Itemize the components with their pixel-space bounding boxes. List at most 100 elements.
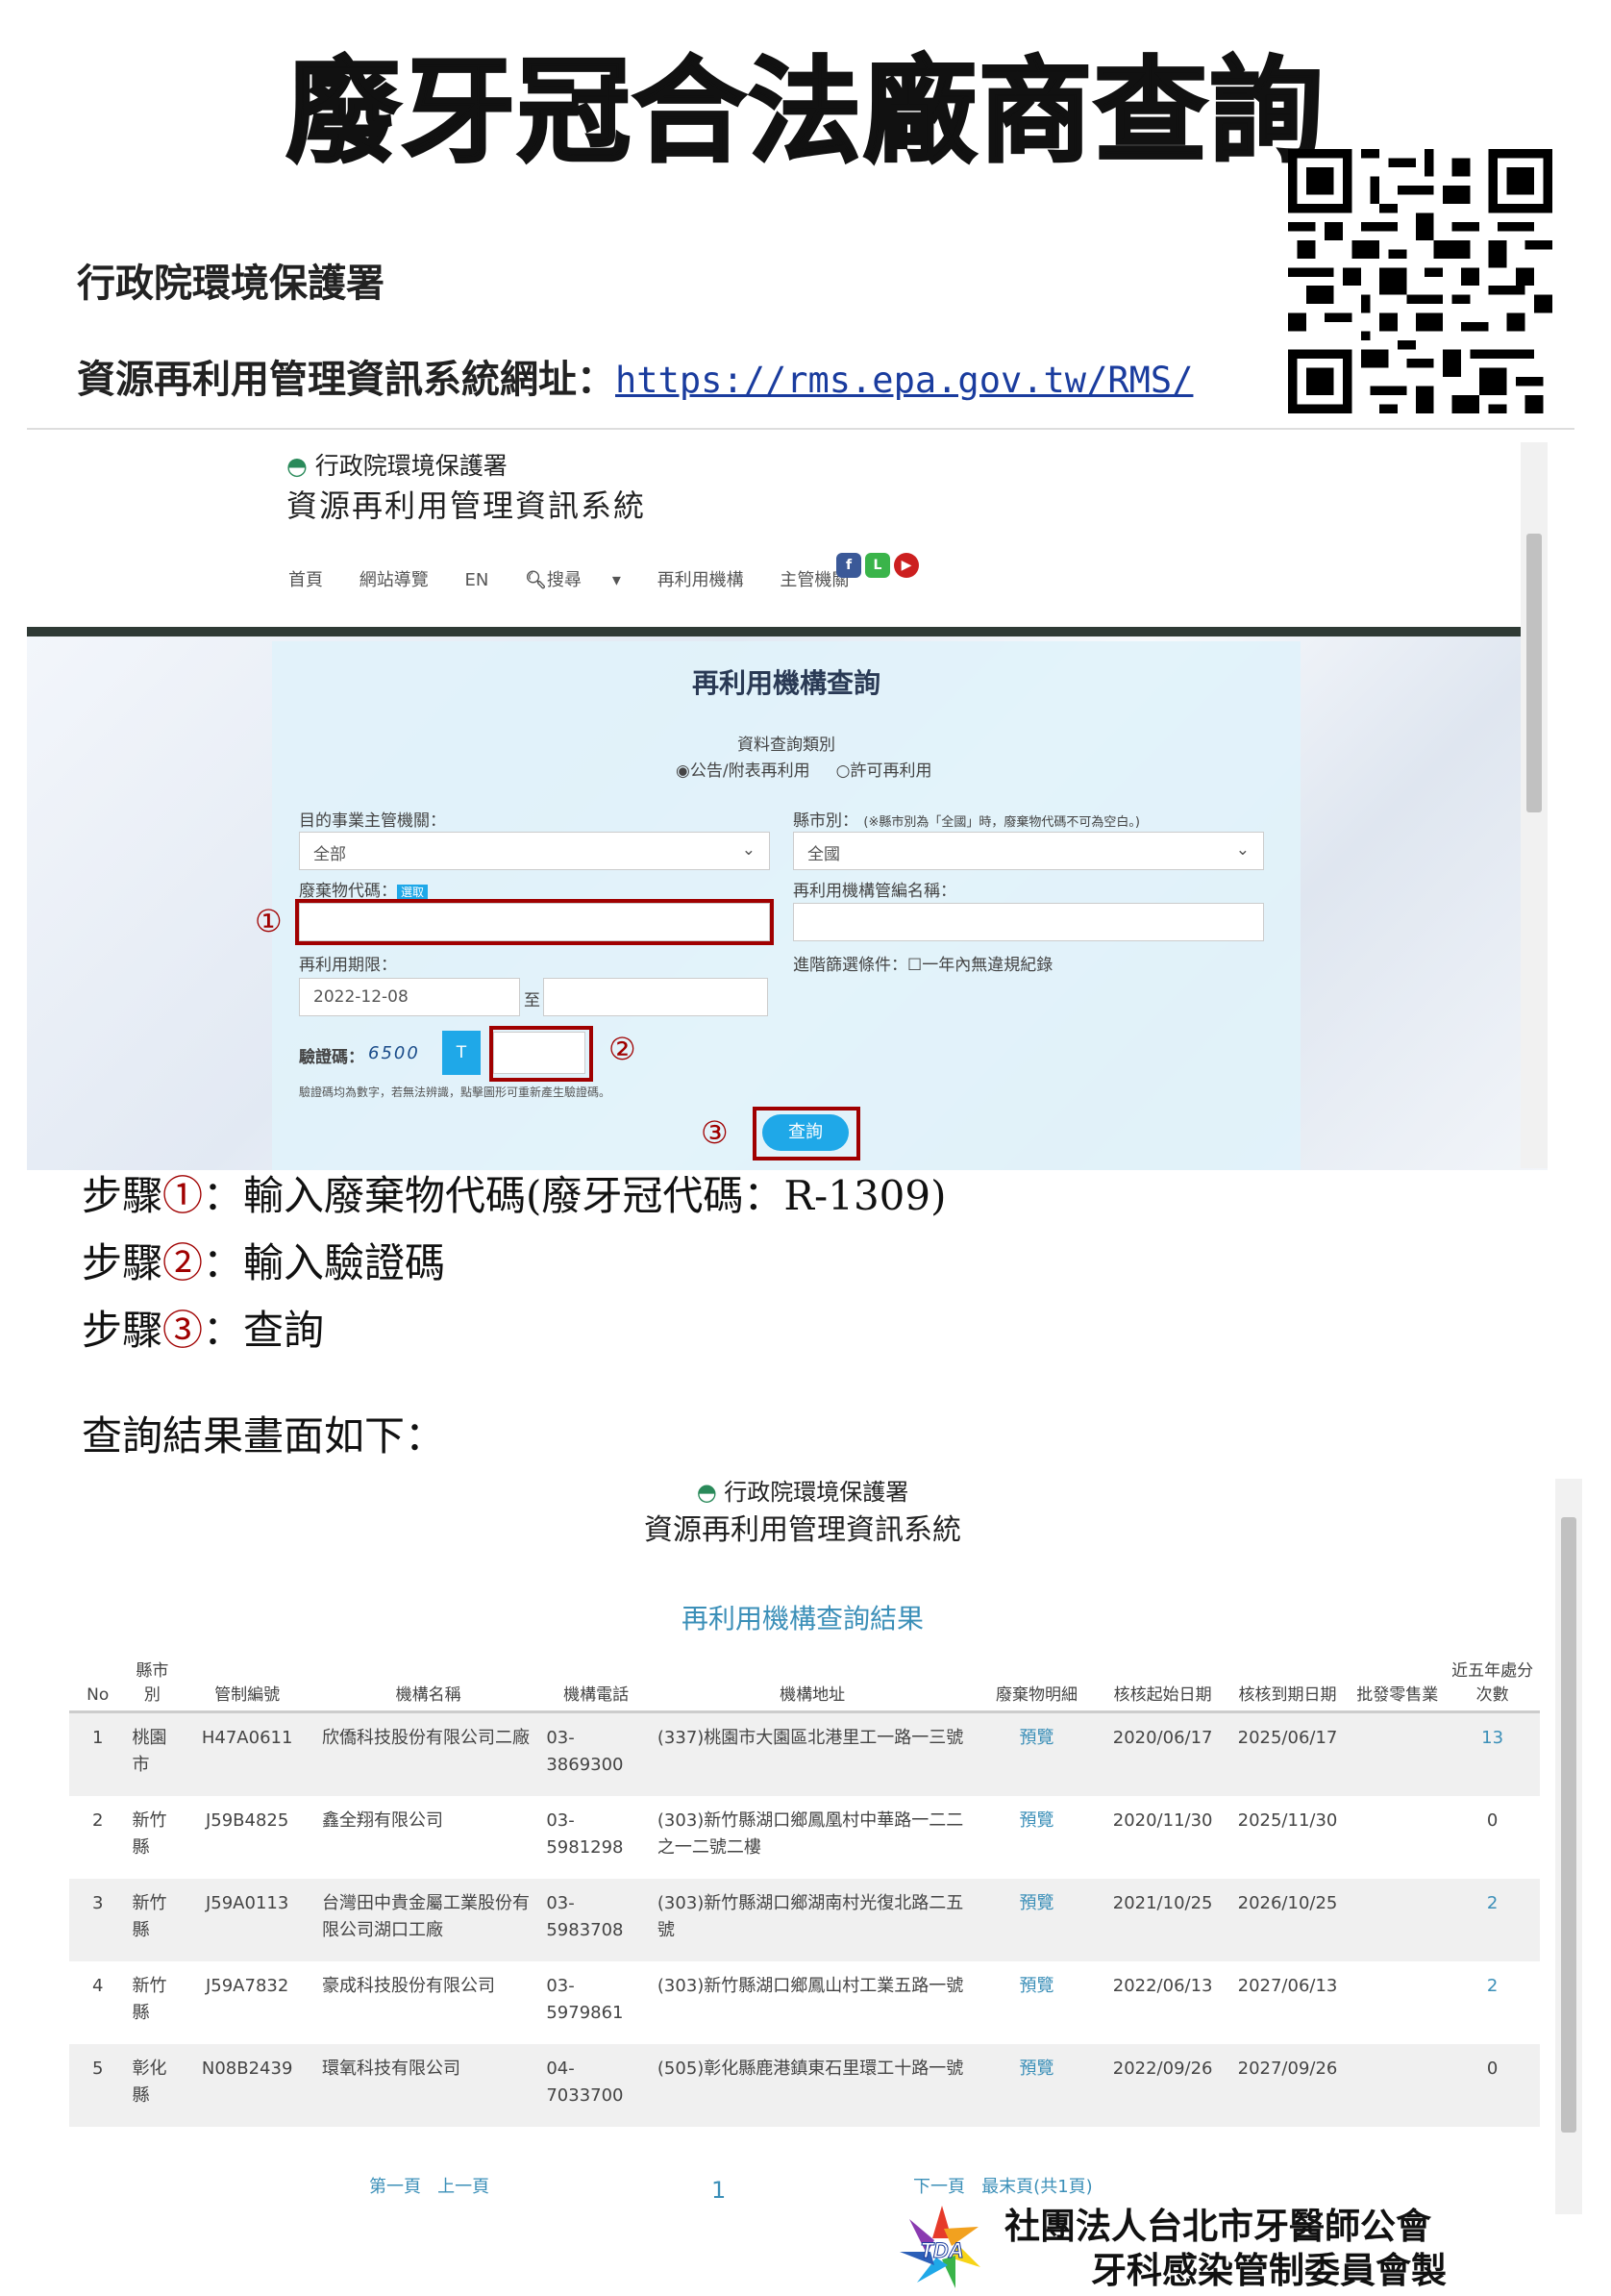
col-wholesale: 批發零售業 xyxy=(1350,1651,1446,1713)
cell-no: 3 xyxy=(69,1879,127,1961)
top-nav: 首頁 網站導覽 EN 🔍︎搜尋 ▾ 再利用機構 主管機關 xyxy=(288,566,880,591)
step1-highlight xyxy=(295,899,774,945)
pager-next-last: 下一頁 最末頁(共1頁) xyxy=(913,2173,1093,2198)
tda-logo-icon: TDA xyxy=(900,2206,980,2288)
scrollbar-thumb[interactable] xyxy=(1561,1517,1576,2133)
cell-control-id: J59A0113 xyxy=(178,1879,316,1961)
tda-logo-text: TDA xyxy=(920,2238,963,2262)
col-address: 機構地址 xyxy=(651,1651,974,1713)
table-header: No 縣市別 管制編號 機構名稱 機構電話 機構地址 廢棄物明細 核核起始日期 … xyxy=(69,1651,1540,1713)
cell-control-id: H47A0611 xyxy=(178,1711,316,1796)
cell-org-name: 台灣田中貴金屬工業股份有限公司湖口工廠 xyxy=(315,1879,541,1961)
scrollbar[interactable] xyxy=(1555,1479,1582,2214)
radio-permit[interactable]: ○許可再利用 xyxy=(836,761,932,781)
col-county: 縣市別 xyxy=(126,1651,179,1713)
cell-no: 2 xyxy=(92,1810,104,1831)
nav-sitemap[interactable]: 網站導覽 xyxy=(359,570,429,590)
org-name-input[interactable] xyxy=(793,903,1264,941)
waste-code-label: 廢棄物代碼： 選取 xyxy=(299,877,429,901)
scrollbar-thumb[interactable] xyxy=(1526,534,1542,812)
system-url-link[interactable]: https://rms.epa.gov.tw/RMS/ xyxy=(615,360,1193,401)
epa-logo-icon: ◓ xyxy=(696,1479,717,1506)
pager-last[interactable]: 最末頁(共1頁) xyxy=(981,2177,1093,2197)
cell-penalty-count[interactable]: 13 xyxy=(1445,1711,1540,1796)
radio-announced[interactable]: ◉公告/附表再利用 xyxy=(676,761,810,781)
cell-phone: 04-7033700 xyxy=(540,2044,652,2127)
cell-end-date: 2025/11/30 xyxy=(1237,1810,1338,1831)
cell-start-date: 2020/11/30 xyxy=(1112,1810,1213,1831)
cell-org-name: 環氧科技有限公司 xyxy=(315,2044,541,2127)
pager-next[interactable]: 下一頁 xyxy=(913,2177,965,2197)
cell-start-date: 2022/09/26 xyxy=(1100,2044,1226,2127)
query-panel: 再利用機構查詢 資料查詢類別 ◉公告/附表再利用 ○許可再利用 目的事業主管機關… xyxy=(255,641,1301,1170)
youtube-icon[interactable]: ▶ xyxy=(894,553,919,578)
org-name-label: 再利用機構管編名稱： xyxy=(793,882,956,901)
pager-current[interactable]: 1 xyxy=(711,2177,726,2204)
cell-phone: 03-3869300 xyxy=(540,1711,652,1796)
cell-end-date: 2026/10/25 xyxy=(1225,1879,1351,1961)
captcha-note: 驗證碼均為數字，若無法辨識，點擊圖形可重新產生驗證碼。 xyxy=(299,1086,611,1099)
col-waste-detail: 廢棄物明細 xyxy=(973,1651,1101,1713)
query-type-radios: ◉公告/附表再利用 ○許可再利用 xyxy=(676,757,931,781)
results-table: No 縣市別 管制編號 機構名稱 機構電話 機構地址 廢棄物明細 核核起始日期 … xyxy=(69,1651,1540,2127)
cell-address: (303)新竹縣湖口鄉鳳凰村中華路一二二之一二號二樓 xyxy=(657,1810,964,1858)
captcha-refresh-button[interactable]: T xyxy=(442,1031,481,1075)
facebook-icon[interactable]: f xyxy=(836,553,861,578)
step2-highlight xyxy=(489,1026,593,1082)
step3-marker: ③ xyxy=(701,1114,729,1151)
step-2: 步驟②：輸入驗證碼 xyxy=(82,1239,446,1286)
epa-logo: ◓ 行政院環境保護署 xyxy=(286,452,508,480)
banner-strip xyxy=(27,627,1548,636)
nav-search[interactable]: 🔍︎搜尋 ▾ xyxy=(525,570,621,590)
pager-first[interactable]: 第一頁 xyxy=(369,2177,421,2197)
authority-select[interactable]: 全部 ⌄ xyxy=(299,832,770,870)
step-3: 步驟③：查詢 xyxy=(82,1307,325,1354)
cell-penalty-count[interactable]: 2 xyxy=(1445,1961,1540,2044)
cell-county: 彰化縣 xyxy=(126,2044,179,2127)
table-row: 5 彰化縣 N08B2439 環氧科技有限公司 04-7033700 (505)彰化縣鹿港… xyxy=(69,2044,1540,2127)
cell-org-name: 豪成科技股份有限公司 xyxy=(321,1976,495,1996)
nav-en[interactable]: EN xyxy=(464,570,488,590)
line-icon[interactable]: L xyxy=(865,553,890,578)
cell-end-date: 2025/06/17 xyxy=(1225,1711,1351,1796)
step-1: 步驟①：輸入廢棄物代碼(廢牙冠代碼：R-1309) xyxy=(82,1172,947,1219)
cell-waste-detail[interactable]: 預覽 xyxy=(973,1961,1100,2044)
pager-prev[interactable]: 上一頁 xyxy=(437,2177,489,2197)
period-end-input[interactable] xyxy=(543,978,768,1016)
cell-address: (303)新竹縣湖口鄉鳳山村工業五路一號 xyxy=(657,1976,964,1996)
scrollbar[interactable] xyxy=(1521,442,1548,1168)
cell-wholesale xyxy=(1350,1711,1446,1796)
county-label: 縣市別： (※縣市別為「全國」時，廢棄物代碼不可為空白。) xyxy=(793,811,1140,831)
epa-logo: ◓ 行政院環境保護署 xyxy=(696,1479,909,1506)
chevron-down-icon: ⌄ xyxy=(1235,840,1250,860)
cell-waste-detail[interactable]: 預覽 xyxy=(973,1711,1101,1796)
nav-reuse-org[interactable]: 再利用機構 xyxy=(657,570,744,590)
system-name: 資源再利用管理資訊系統 xyxy=(286,487,647,524)
county-note: (※縣市別為「全國」時，廢棄物代碼不可為空白。) xyxy=(863,815,1140,830)
cell-start-date: 2022/06/13 xyxy=(1112,1976,1213,1996)
county-select[interactable]: 全國 ⌄ xyxy=(793,832,1264,870)
advanced-filter: 進階篩選條件：☐一年內無違規紀錄 xyxy=(793,956,1053,975)
cell-waste-detail[interactable]: 預覽 xyxy=(973,1796,1100,1879)
cell-phone: 03-5983708 xyxy=(540,1879,652,1961)
table-row: 3 新竹縣 J59A0113 台灣田中貴金屬工業股份有限公司湖口工廠 03-598370… xyxy=(69,1879,1540,1961)
cell-waste-detail[interactable]: 預覽 xyxy=(973,2044,1101,2127)
cell-start-date: 2021/10/25 xyxy=(1100,1879,1226,1961)
col-penalty-count: 近五年處分次數 xyxy=(1445,1651,1540,1713)
cell-waste-detail[interactable]: 預覽 xyxy=(973,1879,1101,1961)
waste-code-select-tag[interactable]: 選取 xyxy=(397,885,429,900)
cell-no: 5 xyxy=(69,2044,127,2127)
cell-wholesale xyxy=(1350,1796,1445,1879)
advanced-checkbox[interactable]: ☐ xyxy=(907,956,922,975)
search-icon: 🔍︎ xyxy=(525,570,547,590)
table-row: 4 新竹縣 J59A7832 豪成科技股份有限公司 03-5979861 (303)新竹縣… xyxy=(69,1961,1540,2044)
col-org-name: 機構名稱 xyxy=(315,1651,541,1713)
period-start-input[interactable]: 2022-12-08 xyxy=(299,978,520,1016)
query-results-screenshot: ◓ 行政院環境保護署 資源再利用管理資訊系統 再利用機構查詢結果 No 縣市別 … xyxy=(38,1473,1586,2242)
footer-org-line1: 社團法人台北市牙醫師公會 xyxy=(1004,2205,1431,2247)
cell-wholesale xyxy=(1350,1879,1446,1961)
nav-home[interactable]: 首頁 xyxy=(288,570,323,590)
captcha-image[interactable]: 6500 xyxy=(368,1043,420,1063)
step1-marker: ① xyxy=(255,903,283,939)
cell-penalty-count[interactable]: 2 xyxy=(1445,1879,1540,1961)
